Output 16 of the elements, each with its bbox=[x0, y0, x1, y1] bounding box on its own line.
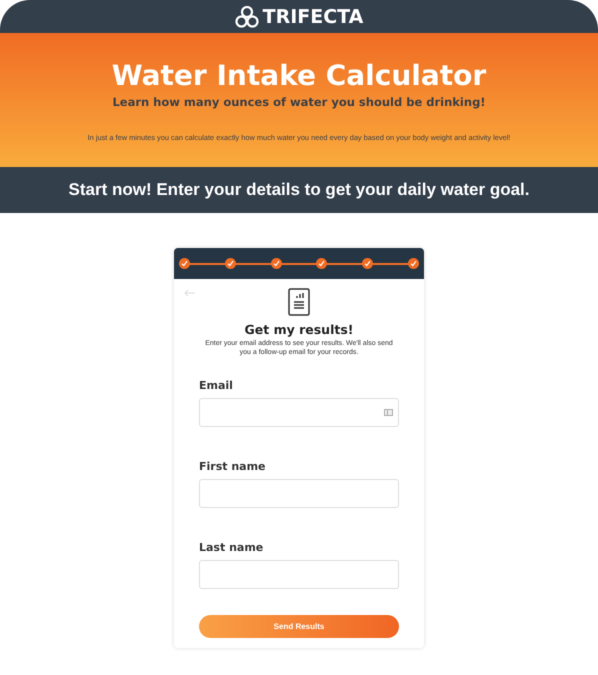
logo-icon bbox=[234, 6, 259, 28]
call-to-action: Start now! Enter your details to get your daily water goal. bbox=[68, 180, 530, 200]
send-results-button[interactable]: Send Results bbox=[199, 615, 399, 638]
input-field[interactable] bbox=[199, 398, 399, 427]
contact-card-icon[interactable] bbox=[384, 409, 393, 416]
field-label: Email bbox=[199, 379, 233, 392]
form-title: Get my results! bbox=[244, 322, 354, 337]
document-chart-icon bbox=[288, 288, 310, 316]
input-field[interactable] bbox=[199, 560, 399, 589]
field-label: First name bbox=[199, 460, 266, 473]
page-subtitle: Learn how many ounces of water you should be drinking! bbox=[112, 95, 486, 109]
brand-name: TRIFECTA bbox=[262, 6, 364, 28]
field-label: Last name bbox=[199, 541, 264, 554]
input-field[interactable] bbox=[199, 479, 399, 508]
page-title: Water Intake Calculator bbox=[112, 59, 486, 93]
back-arrow-icon[interactable] bbox=[184, 289, 196, 297]
